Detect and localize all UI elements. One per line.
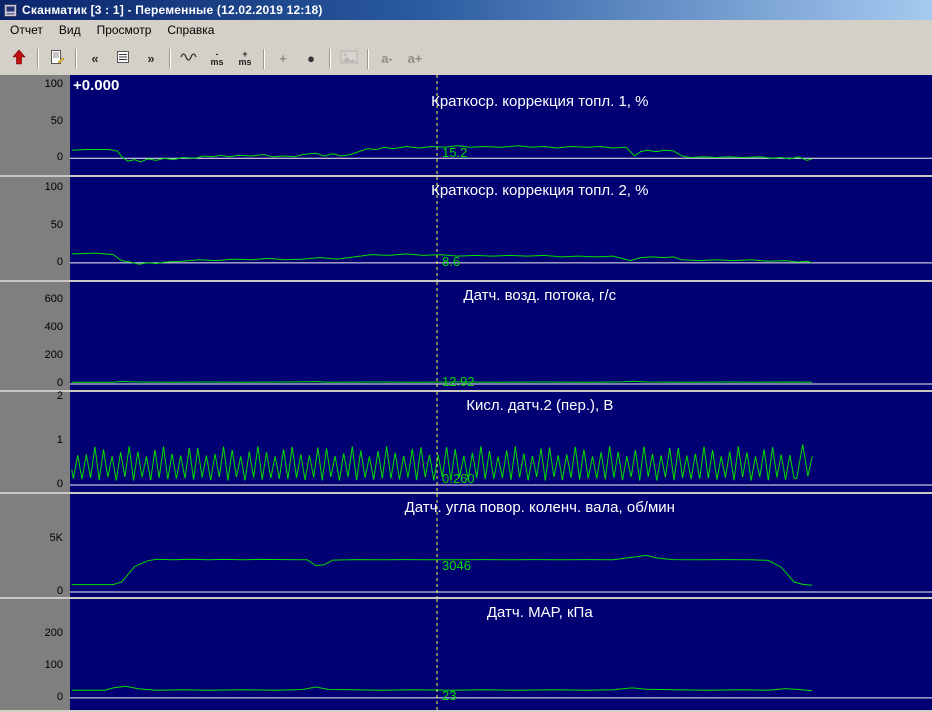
chart-axis: 600 400 200 0 [0,282,70,390]
crosshair-icon: + [279,52,287,65]
marker-button[interactable]: ● [298,47,324,71]
font-smaller-button: a- [374,47,400,71]
window-title: Сканматик [3 : 1] - Переменные (12.02.20… [22,3,323,17]
toolbar-separator [75,49,77,69]
cursor-value-label: 3046 [442,558,471,573]
chart-title: Кисл. датч.2 (пер.), В [466,397,613,414]
menu-item-report[interactable]: Отчет [2,22,51,38]
prev-page-button[interactable]: « [82,47,108,71]
font-smaller-icon: a- [381,52,393,65]
toolbar-separator [263,49,265,69]
chart-plot[interactable]: Краткоср. коррекция топл. 2, % 8.6 [70,177,932,280]
font-larger-button: a+ [402,47,428,71]
chart-title: Краткоср. коррекция топл. 1, % [431,93,648,110]
axis-tick-label: 1 [57,434,63,447]
charts-area: 100500 +0.000 Краткоср. коррекция топл. … [0,75,932,710]
axis-tick-label: 5K [50,532,63,545]
next-page-button[interactable]: » [138,47,164,71]
axis-tick-label: 0 [57,585,63,598]
axis-tick-label: 50 [51,115,63,128]
chart-axis: 100 50 0 [0,177,70,280]
toolbar-separator [367,49,369,69]
chart-plot[interactable]: Датч. возд. потока, г/с 12.92 [70,282,932,390]
chart-panel: 100 50 0 Краткоср. коррекция топл. 2, % 8.… [0,177,932,280]
app-window: Сканматик [3 : 1] - Переменные (12.02.20… [0,0,932,712]
chart-panel: 200 100 0 Датч. MAP, кПа 23 [0,599,932,710]
time-scale-plus-button[interactable]: +ms [232,47,258,71]
time-scale-minus-button[interactable]: -ms [204,47,230,71]
ms-label: ms [210,58,223,67]
axis-tick-label: 100 [45,181,63,194]
menu-item-help[interactable]: Справка [159,22,222,38]
report-button[interactable] [44,47,70,71]
cursor-value-label: 15.2 [442,145,467,160]
chart-axis: 100 50 0 [0,75,70,175]
crosshair-button: + [270,47,296,71]
chart-title: Краткоср. коррекция топл. 2, % [431,182,648,199]
menu-item-browse[interactable]: Просмотр [89,22,160,38]
axis-tick-label: 2 [57,390,63,403]
ms-label: ms [238,58,251,67]
axis-tick-label: 200 [45,627,63,640]
chart-plot[interactable]: Датч. угла повор. коленч. вала, об/мин 3… [70,494,932,597]
prev-page-icon: « [91,52,98,65]
cursor-value-label: 8.6 [442,254,460,269]
wave-icon [180,50,198,67]
image-icon [340,50,358,67]
menu-item-view[interactable]: Вид [51,22,89,38]
list-icon [115,49,131,68]
toolbar-separator [169,49,171,69]
axis-tick-label: 0 [57,478,63,491]
cursor-time-label: +0.000 [73,77,119,94]
cursor-value-label: 12.92 [442,374,475,389]
chart-plot[interactable]: Датч. MAP, кПа 23 [70,599,932,710]
axis-tick-label: 600 [45,293,63,306]
chart-panel: 100 50 0 +0.000 Краткоср. коррекция топл. … [0,75,932,175]
screenshot-button [336,47,362,71]
axis-tick-label: 100 [45,78,63,91]
toolbar: « » -ms+ms + ● a-a+ [0,39,932,75]
title-bar: Сканматик [3 : 1] - Переменные (12.02.20… [0,0,932,20]
chart-panel: 2 1 0 Кисл. датч.2 (пер.), В 0.260 [0,392,932,492]
font-larger-icon: a+ [408,52,423,65]
axis-tick-label: 0 [57,151,63,164]
axis-tick-label: 400 [45,321,63,334]
axis-tick-label: 0 [57,256,63,269]
page-list-button[interactable] [110,47,136,71]
next-page-icon: » [147,52,154,65]
chart-plot[interactable]: +0.000 Краткоср. коррекция топл. 1, % 15… [70,75,932,175]
toolbar-separator [329,49,331,69]
chart-title: Датч. MAP, кПа [487,604,593,621]
waveform-button[interactable] [176,47,202,71]
chart-panel: 5K 0 Датч. угла повор. коленч. вала, об/м… [0,494,932,597]
axis-tick-label: 50 [51,219,63,232]
axis-tick-label: 0 [57,691,63,704]
axis-tick-label: 0 [57,377,63,390]
marker-icon: ● [307,52,315,65]
chart-axis: 5K 0 [0,494,70,597]
app-icon [4,4,17,17]
report-icon [49,49,65,68]
chart-canvas [70,75,932,175]
axis-tick-label: 200 [45,349,63,362]
chart-plot[interactable]: Кисл. датч.2 (пер.), В 0.260 [70,392,932,492]
menu-bar: ОтчетВидПросмотрСправка [0,20,932,39]
cursor-value-label: 23 [442,688,456,703]
chart-panel: 600 400 200 0 Датч. возд. потока, г/с 12.92 [0,282,932,390]
back-button[interactable] [6,47,32,71]
cursor-value-label: 0.260 [442,471,475,486]
chart-title: Датч. возд. потока, г/с [463,287,616,304]
chart-title: Датч. угла повор. коленч. вала, об/мин [405,499,675,516]
toolbar-separator [37,49,39,69]
back-arrow-icon [12,49,26,68]
chart-axis: 200 100 0 [0,599,70,710]
chart-axis: 2 1 0 [0,392,70,492]
axis-tick-label: 100 [45,659,63,672]
